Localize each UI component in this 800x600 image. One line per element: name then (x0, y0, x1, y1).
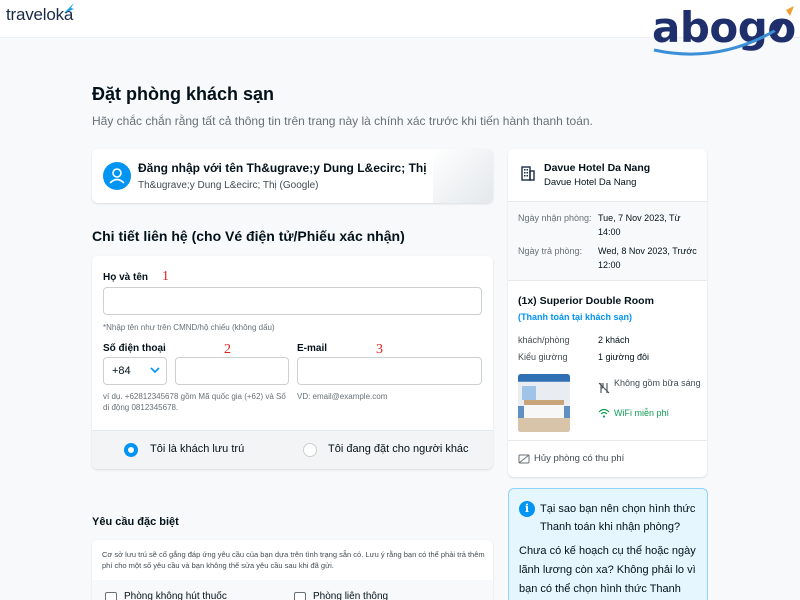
phone-input[interactable] (175, 357, 289, 385)
radio-other-guest[interactable] (303, 443, 317, 457)
country-code-select[interactable]: +84 (103, 357, 167, 385)
checkin-value: Tue, 7 Nov 2023, Từ 14:00 (598, 213, 681, 237)
guest-options: Tôi là khách lưu trú Tôi đang đặt cho ng… (92, 430, 493, 469)
phone-label: Số điện thoại (103, 343, 166, 354)
radio-self-guest-label[interactable]: Tôi là khách lưu trú (150, 443, 244, 455)
stay-dates: Ngày nhận phòng: Tue, 7 Nov 2023, Từ 14:… (508, 201, 707, 281)
special-requests-card: Cơ sở lưu trú sẽ cố gắng đáp ứng yêu cầu… (92, 540, 493, 600)
login-decoration (433, 149, 493, 203)
checkout-label: Ngày trả phòng: (518, 246, 583, 256)
full-name-input[interactable] (103, 287, 482, 315)
country-code-value: +84 (112, 365, 131, 377)
hotel-sub-name: Davue Hotel Da Nang (544, 177, 637, 188)
wifi-icon (598, 408, 610, 418)
hotel-summary-card: Davue Hotel Da Nang Davue Hotel Da Nang … (508, 149, 707, 477)
guests-label: khách/phòng (518, 335, 570, 345)
contact-section-title: Chi tiết liên hệ (cho Vé điện tử/Phiếu x… (92, 228, 405, 244)
page-subtitle: Hãy chắc chắn rằng tất cả thông tin trên… (92, 114, 593, 128)
guests-value: 2 khách (598, 335, 630, 345)
room-photo[interactable] (518, 374, 570, 432)
cancellation-policy[interactable]: Hủy phòng có thu phí (508, 440, 707, 477)
room-photo-image (518, 374, 570, 432)
special-requests-note: Cơ sở lưu trú sẽ cố gắng đáp ứng yêu cầu… (102, 550, 485, 570)
login-subtitle: Th&ugrave;y Dung L&ecirc; Thị (Google) (138, 180, 319, 191)
phone-hint: ví dụ. +62812345678 gồm Mã quốc gia (+62… (103, 392, 286, 412)
checkbox-connecting-room-label[interactable]: Phòng liên thông (313, 591, 388, 600)
no-food-icon (598, 382, 610, 394)
info-body: Chưa có kế hoạch cụ thể hoặc ngày lãnh l… (519, 545, 696, 595)
email-input[interactable] (297, 357, 482, 385)
annotation-number-2: 2 (224, 342, 231, 357)
special-requests-options: Phòng không hút thuốc Phòng liên thông (92, 580, 493, 600)
pay-at-hotel-info: i Tại sao bạn nên chọn hình thức Thanh t… (508, 488, 708, 600)
login-card: Đăng nhập với tên Th&ugrave;y Dung L&eci… (92, 149, 493, 203)
contact-card: Họ và tên 1 *Nhập tên như trên CMND/hộ c… (92, 256, 493, 469)
cancellation-label: Hủy phòng có thu phí (534, 453, 625, 464)
info-title: Tại sao bạn nên chọn hình thức Thanh toá… (540, 503, 696, 533)
refund-icon (518, 454, 530, 464)
radio-other-guest-label[interactable]: Tôi đang đặt cho người khác (328, 443, 469, 455)
email-label: E-mail (297, 343, 328, 354)
bed-value: 1 giường đôi (598, 352, 649, 362)
abogo-watermark: abogo (648, 4, 800, 60)
wifi-info: WiFi miễn phí (614, 408, 670, 418)
user-icon (109, 168, 125, 184)
radio-self-guest[interactable] (124, 443, 138, 457)
annotation-number-3: 3 (376, 342, 383, 357)
checkin-label: Ngày nhận phòng: (518, 213, 592, 223)
checkbox-connecting-room[interactable] (294, 592, 306, 600)
checkbox-non-smoking-label[interactable]: Phòng không hút thuốc (124, 591, 227, 600)
avatar (103, 162, 131, 190)
full-name-hint: *Nhập tên như trên CMND/hộ chiếu (không … (103, 323, 275, 332)
building-icon (521, 166, 535, 181)
info-icon: i (519, 501, 535, 517)
annotation-number-1: 1 (162, 269, 169, 284)
special-requests-title: Yêu cầu đặc biệt (92, 516, 179, 528)
swoosh-icon (653, 6, 794, 56)
bed-label: Kiểu giường (518, 352, 568, 362)
breakfast-info: Không gồm bữa sáng (614, 378, 701, 388)
room-title: (1x) Superior Double Room (518, 295, 654, 307)
login-title: Đăng nhập với tên Th&ugrave;y Dung L&eci… (138, 161, 427, 175)
email-hint: VD: email@example.com (297, 392, 388, 401)
page-title: Đặt phòng khách sạn (92, 84, 275, 104)
room-payment-note: (Thanh toán tại khách sạn) (518, 312, 633, 322)
hotel-name: Davue Hotel Da Nang (544, 162, 651, 174)
checkout-value: Wed, 8 Nov 2023, Trước 12:00 (598, 246, 697, 270)
traveloka-logo-icon (64, 3, 74, 13)
full-name-label: Họ và tên (103, 272, 149, 283)
chevron-down-icon (150, 367, 160, 374)
checkbox-non-smoking[interactable] (105, 592, 117, 600)
